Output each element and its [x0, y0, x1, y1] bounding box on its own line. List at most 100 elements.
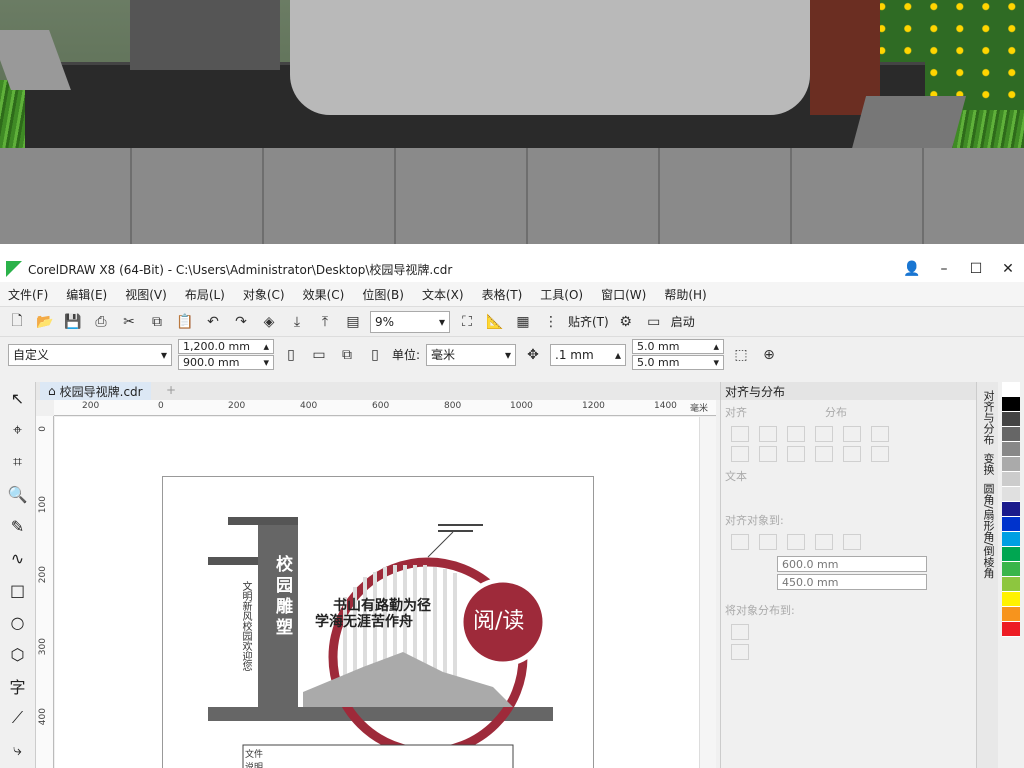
- menu-object[interactable]: 对象(C): [243, 286, 285, 303]
- portrait-icon[interactable]: ▯: [280, 344, 302, 366]
- undo-icon[interactable]: ↶: [202, 311, 224, 333]
- rulers-icon[interactable]: 📐: [484, 311, 506, 333]
- redo-icon[interactable]: ↷: [230, 311, 252, 333]
- copy-icon[interactable]: ⧉: [146, 311, 168, 333]
- zoom-level-select[interactable]: 9% ▾: [370, 310, 450, 333]
- palette-swatch[interactable]: [1002, 562, 1020, 577]
- user-icon[interactable]: 👤: [896, 261, 928, 277]
- artistic-media-icon[interactable]: ∿: [0, 542, 35, 574]
- distribute-center-icon[interactable]: [843, 426, 861, 442]
- docker-tab-align[interactable]: 对齐与分布: [980, 390, 996, 445]
- page-center-icon[interactable]: [787, 534, 805, 550]
- current-page-icon[interactable]: ▯: [364, 344, 386, 366]
- palette-swatch[interactable]: [1002, 502, 1020, 517]
- duplicate-y-input[interactable]: 5.0 mm ▾: [632, 355, 725, 370]
- guidelines-icon[interactable]: ⋮: [540, 311, 562, 333]
- page-frame-icon[interactable]: ⬚: [730, 344, 752, 366]
- import-icon[interactable]: ⤓: [286, 311, 308, 333]
- menu-layout[interactable]: 布局(L): [185, 286, 225, 303]
- align-center-v-icon[interactable]: [759, 446, 777, 462]
- search-content-icon[interactable]: ◈: [258, 311, 280, 333]
- nudge-distance-input[interactable]: .1 mm ▴: [550, 343, 627, 366]
- menu-file[interactable]: 文件(F): [8, 286, 48, 303]
- distribute-selection-icon[interactable]: [731, 624, 749, 640]
- grid-align-icon[interactable]: [815, 534, 833, 550]
- units-select[interactable]: 毫米 ▾: [426, 343, 517, 366]
- landscape-icon[interactable]: ▭: [308, 344, 330, 366]
- menu-text[interactable]: 文本(X): [422, 286, 464, 303]
- palette-swatch[interactable]: [1002, 517, 1020, 532]
- menu-effects[interactable]: 效果(C): [303, 286, 345, 303]
- palette-swatch[interactable]: [1002, 592, 1020, 607]
- menu-tools[interactable]: 工具(O): [540, 286, 583, 303]
- connector-tool-icon[interactable]: ⤷: [0, 734, 35, 766]
- menu-bitmaps[interactable]: 位图(B): [362, 286, 404, 303]
- drawing-canvas[interactable]: 校园雕塑 书山有路勤为径 学海无涯苦作舟 阅/读 文明新风校园欢迎您 文件说明: [55, 417, 699, 768]
- palette-swatch[interactable]: [1002, 427, 1020, 442]
- full-screen-icon[interactable]: ⛶: [456, 311, 478, 333]
- grid-icon[interactable]: ▦: [512, 311, 534, 333]
- distribute-page-icon[interactable]: [731, 644, 749, 660]
- launch-dropdown[interactable]: 启动: [671, 313, 695, 330]
- palette-swatch[interactable]: [1002, 487, 1020, 502]
- shape-tool-icon[interactable]: ⌖: [0, 414, 35, 446]
- page-width-input[interactable]: 1,200.0 mm ▴: [178, 339, 274, 354]
- palette-swatch[interactable]: [1002, 382, 1020, 397]
- pdf-icon[interactable]: ▤: [342, 311, 364, 333]
- print-icon[interactable]: ⎙: [90, 311, 112, 333]
- dimension-tool-icon[interactable]: ⟋: [0, 702, 35, 734]
- all-pages-icon[interactable]: ⧉: [336, 344, 358, 366]
- palette-swatch[interactable]: [1002, 412, 1020, 427]
- menu-table[interactable]: 表格(T): [482, 286, 523, 303]
- align-bottom-icon[interactable]: [787, 446, 805, 462]
- add-preset-icon[interactable]: ⊕: [758, 344, 780, 366]
- distribute-middle-icon[interactable]: [843, 446, 861, 462]
- duplicate-x-input[interactable]: 5.0 mm ▴: [632, 339, 725, 354]
- paste-icon[interactable]: 📋: [174, 311, 196, 333]
- specified-point-icon[interactable]: [843, 534, 861, 550]
- palette-swatch[interactable]: [1002, 547, 1020, 562]
- distribute-bottom-icon[interactable]: [871, 446, 889, 462]
- export-icon[interactable]: ⤒: [314, 311, 336, 333]
- vertical-scrollbar[interactable]: [699, 417, 716, 768]
- save-icon[interactable]: 💾: [62, 311, 84, 333]
- polygon-tool-icon[interactable]: ⬡: [0, 638, 35, 670]
- crop-tool-icon[interactable]: ⌗: [0, 446, 35, 478]
- rectangle-tool-icon[interactable]: □: [0, 574, 35, 606]
- align-x-input[interactable]: 600.0 mm: [777, 556, 927, 572]
- page-height-input[interactable]: 900.0 mm ▾: [178, 355, 274, 370]
- pick-tool-icon[interactable]: ↖: [0, 382, 35, 414]
- menu-edit[interactable]: 编辑(E): [66, 286, 107, 303]
- palette-swatch[interactable]: [1002, 397, 1020, 412]
- menu-help[interactable]: 帮助(H): [664, 286, 706, 303]
- align-y-input[interactable]: 450.0 mm: [777, 574, 927, 590]
- settings-gear-icon[interactable]: ⚙: [615, 311, 637, 333]
- docker-tab-fillet[interactable]: 圆角/扇形角/倒棱角: [980, 483, 996, 578]
- palette-swatch[interactable]: [1002, 577, 1020, 592]
- distribute-left-icon[interactable]: [815, 426, 833, 442]
- page-preset-select[interactable]: 自定义 ▾: [8, 343, 172, 366]
- distribute-spacing-icon[interactable]: [871, 426, 889, 442]
- align-left-icon[interactable]: [731, 426, 749, 442]
- palette-swatch[interactable]: [1002, 457, 1020, 472]
- text-tool-icon[interactable]: 字: [0, 670, 35, 702]
- page-edge-icon[interactable]: [759, 534, 777, 550]
- zoom-tool-icon[interactable]: 🔍: [0, 478, 35, 510]
- active-object-icon[interactable]: [731, 534, 749, 550]
- new-document-icon[interactable]: 🗋: [6, 311, 28, 333]
- menu-view[interactable]: 视图(V): [125, 286, 167, 303]
- snap-to-dropdown[interactable]: 贴齐(T): [568, 313, 609, 330]
- freehand-tool-icon[interactable]: ✎: [0, 510, 35, 542]
- palette-swatch[interactable]: [1002, 442, 1020, 457]
- palette-swatch[interactable]: [1002, 607, 1020, 622]
- palette-swatch[interactable]: [1002, 622, 1020, 637]
- palette-swatch[interactable]: [1002, 532, 1020, 547]
- close-button[interactable]: ✕: [992, 261, 1024, 277]
- align-right-icon[interactable]: [787, 426, 805, 442]
- ellipse-tool-icon[interactable]: ○: [0, 606, 35, 638]
- launch-icon[interactable]: ▭: [643, 311, 665, 333]
- docker-tab-transform[interactable]: 变换: [980, 453, 996, 475]
- align-center-h-icon[interactable]: [759, 426, 777, 442]
- menu-window[interactable]: 窗口(W): [601, 286, 646, 303]
- open-folder-icon[interactable]: 📂: [34, 311, 56, 333]
